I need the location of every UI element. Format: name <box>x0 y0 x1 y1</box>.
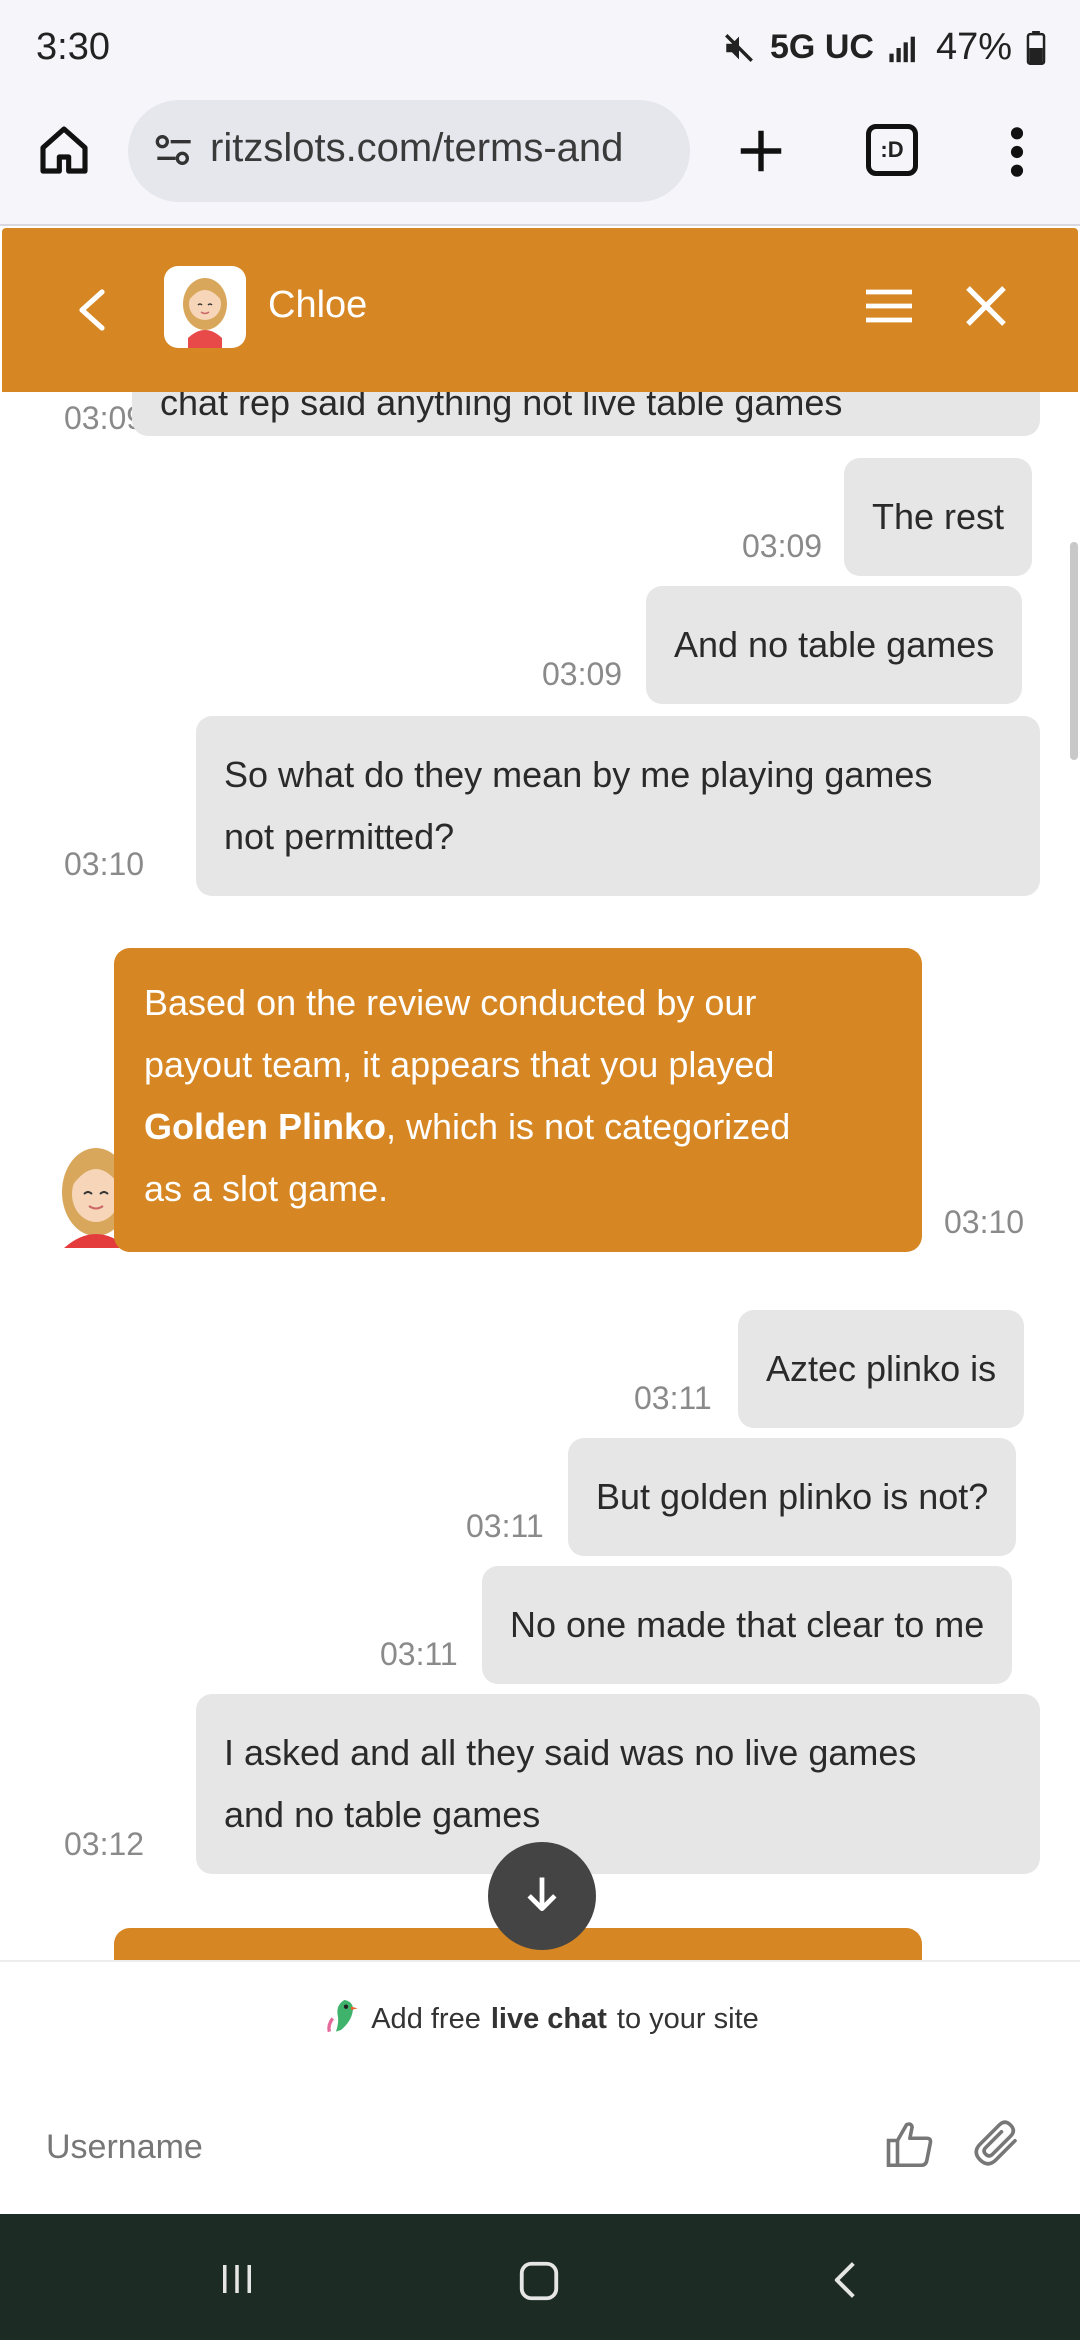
user-message: But golden plinko is not? <box>568 1438 1017 1556</box>
battery-label: 47% <box>935 26 1012 68</box>
scroll-to-bottom-button[interactable] <box>488 1842 596 1950</box>
user-message: I asked and all they said was no live ga… <box>196 1694 1040 1874</box>
agent-name: Chloe <box>268 284 368 326</box>
site-settings-icon[interactable] <box>154 130 194 175</box>
url-text[interactable]: ritzslots.com/terms-and <box>210 126 670 171</box>
message-time: 03:10 <box>944 1204 1025 1240</box>
status-icons: 5G UC 47% <box>722 26 1046 69</box>
network-label: 5G UC <box>770 28 874 66</box>
powered-prefix: Add free <box>371 2002 481 2035</box>
paperclip-icon[interactable] <box>970 2116 1024 2175</box>
system-nav-bar <box>0 2214 1080 2340</box>
parrot-icon <box>321 1995 361 2043</box>
user-message: And no table games <box>646 586 1023 704</box>
game-name: Golden Plinko <box>144 1106 387 1147</box>
arrow-down-icon <box>520 1872 564 1921</box>
message-text-line: Based on the review conducted by our <box>144 982 757 1023</box>
message-time: 03:09 <box>542 656 623 692</box>
message-text-line: Golden Plinko, which is not categorized <box>144 1096 892 1158</box>
powered-by-link[interactable]: Add free live chat to your site <box>0 1960 1080 2076</box>
message-time: 03:11 <box>380 1636 458 1672</box>
message-text: The rest <box>872 496 1005 537</box>
status-bar: 3:30 5G UC 47% <box>0 0 1080 100</box>
user-message: Aztec plinko is <box>738 1310 1025 1428</box>
powered-suffix: to your site <box>616 2002 759 2035</box>
user-message: The rest <box>844 458 1033 576</box>
more-vert-icon[interactable] <box>1004 124 1030 180</box>
home-icon[interactable] <box>36 122 92 178</box>
avatar <box>164 266 246 348</box>
message-text-line: So what do they mean by me playing games <box>224 754 933 795</box>
message-text: And no table games <box>674 624 995 665</box>
message-time: 03:12 <box>64 1826 145 1862</box>
back-icon[interactable] <box>72 286 112 339</box>
agent-message: Based on the review conducted by our pay… <box>114 948 922 1252</box>
toolbar-divider <box>0 224 1080 226</box>
chat-header: Chloe <box>2 228 1078 392</box>
message-time: 03:10 <box>64 846 145 882</box>
message-text: But golden plinko is not? <box>596 1476 989 1517</box>
user-message: chat rep said anything not live table ga… <box>132 392 1040 436</box>
status-time: 3:30 <box>36 26 110 68</box>
back-icon[interactable] <box>826 2258 866 2307</box>
message-text-line: not permitted? <box>224 816 455 857</box>
message-composer <box>0 2076 1080 2214</box>
user-message: So what do they mean by me playing games… <box>196 716 1040 896</box>
tabs-icon[interactable]: :D <box>866 124 918 176</box>
message-text: , which is not categorized <box>386 1106 791 1147</box>
home-icon[interactable] <box>516 2258 562 2309</box>
message-time: 03:11 <box>634 1380 712 1416</box>
mute-icon <box>722 31 756 65</box>
message-time: 03:09 <box>742 528 823 564</box>
message-text: No one made that clear to me <box>510 1604 985 1645</box>
message-time: 03:11 <box>466 1508 544 1544</box>
message-text-line: as a slot game. <box>144 1168 389 1209</box>
recents-icon[interactable] <box>216 2258 258 2305</box>
scrollbar[interactable] <box>1070 542 1078 760</box>
signal-icon <box>888 33 922 63</box>
browser-toolbar: ritzslots.com/terms-and :D <box>0 100 1080 226</box>
message-text-line: payout team, it appears that you played <box>144 1044 775 1085</box>
message-text-line: and no table games <box>224 1794 541 1835</box>
hamburger-icon[interactable] <box>864 286 914 331</box>
url-bar[interactable]: ritzslots.com/terms-and <box>128 100 690 202</box>
plus-icon[interactable] <box>734 124 788 178</box>
message-text-line: I asked and all they said was no live ga… <box>224 1732 917 1773</box>
powered-bold: live chat <box>490 2002 607 2035</box>
username-input[interactable] <box>44 2116 828 2178</box>
chat-messages[interactable]: 03:09 chat rep said anything not live ta… <box>2 392 1078 1960</box>
user-message: No one made that clear to me <box>482 1566 1013 1684</box>
battery-icon <box>1026 30 1046 65</box>
message-text: chat rep said anything not live table ga… <box>160 392 843 423</box>
message-text: Aztec plinko is <box>766 1348 997 1389</box>
thumbs-up-icon[interactable] <box>884 2118 938 2177</box>
close-icon[interactable] <box>964 284 1008 333</box>
